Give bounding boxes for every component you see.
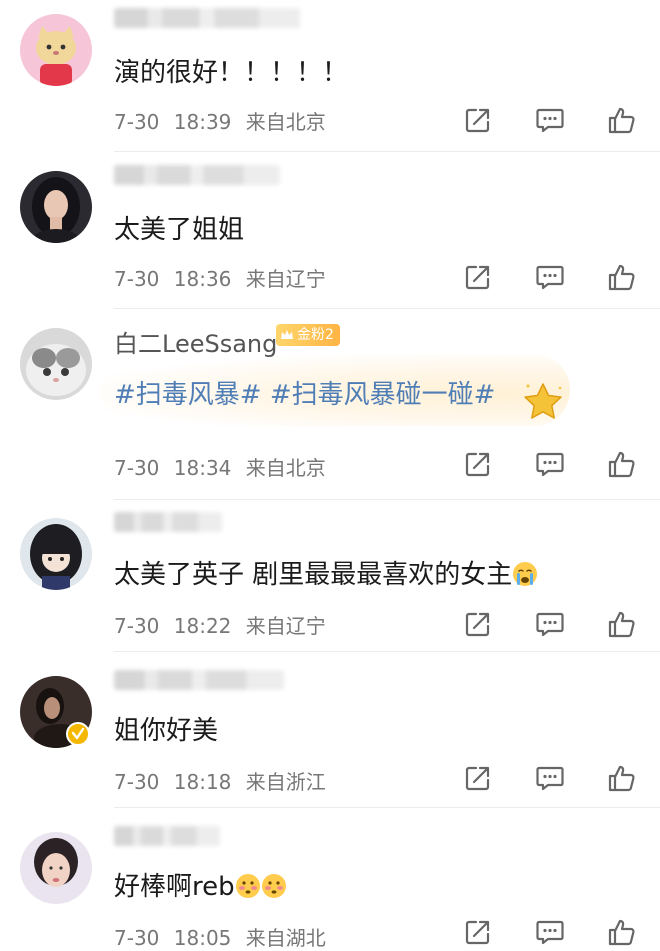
comment-meta: 7-30 18:36 来自辽宁: [114, 263, 326, 292]
comment-actions: [462, 608, 638, 640]
comment-meta: 7-30 18:39 来自北京: [114, 106, 326, 135]
comment-time: 18:36: [173, 267, 232, 291]
thumbs-up-icon[interactable]: [606, 762, 638, 794]
comment-item: 好棒啊reb 7-30 18:05 来自湖北: [0, 818, 660, 951]
username-blurred[interactable]: [114, 670, 284, 690]
share-box-icon[interactable]: [462, 448, 494, 480]
comment-location: 来自辽宁: [245, 614, 326, 638]
gold-star-sticker-icon: [524, 383, 562, 419]
comment-meta: 7-30 18:05 来自湖北: [114, 922, 326, 951]
fan-badge-label: 金粉2: [297, 327, 334, 343]
share-box-icon[interactable]: [462, 916, 494, 948]
comment-text: 太美了英子 剧里最最最喜欢的女主: [114, 554, 538, 591]
fan-badge[interactable]: 金粉2: [276, 324, 340, 346]
username-blurred[interactable]: [114, 8, 300, 28]
avatar[interactable]: [20, 832, 92, 904]
thumbs-up-icon[interactable]: [606, 261, 638, 293]
crying-face-icon: [513, 562, 538, 586]
avatar[interactable]: [20, 518, 92, 590]
thumbs-up-icon[interactable]: [606, 104, 638, 136]
comment-bubble-icon[interactable]: [534, 104, 566, 136]
thumbs-up-icon[interactable]: [606, 448, 638, 480]
comment-item: 太美了英子 剧里最最最喜欢的女主 7-30 18:22 来自辽宁: [0, 504, 660, 656]
comment-time: 18:39: [173, 110, 232, 134]
comment-bubble-icon[interactable]: [534, 261, 566, 293]
comment-location: 来自浙江: [245, 770, 326, 794]
share-box-icon[interactable]: [462, 104, 494, 136]
cat-photo-avatar: [20, 328, 92, 400]
woman-face-avatar: [20, 832, 92, 904]
comment-actions: [462, 762, 638, 794]
comment-meta: 7-30 18:18 来自浙江: [114, 766, 326, 795]
share-box-icon[interactable]: [462, 261, 494, 293]
comment-text: 姐你好美: [114, 716, 219, 746]
comment-item: 白二LeeSsang 金粉2 #扫毒风暴# #扫毒风暴碰一碰# 7-30 18:…: [0, 314, 660, 500]
comment-bubble-icon[interactable]: [534, 608, 566, 640]
blushing-face-icon: [261, 874, 286, 898]
divider: [114, 308, 660, 309]
comment-time: 18:05: [173, 926, 232, 950]
comment-location: 来自北京: [245, 456, 326, 480]
username-blurred[interactable]: [114, 512, 222, 532]
comment-text: 演的很好！！！！！: [114, 58, 349, 88]
username-blurred[interactable]: [114, 165, 280, 185]
comment-location: 来自湖北: [245, 926, 326, 950]
comment-bubble-icon[interactable]: [534, 762, 566, 794]
comment-item: 太美了姐姐 7-30 18:36 来自辽宁: [0, 157, 660, 309]
topic-links[interactable]: #扫毒风暴# #扫毒风暴碰一碰#: [114, 374, 495, 411]
comment-actions: [462, 104, 638, 136]
comment-actions: [462, 916, 638, 948]
comment-date: 7-30: [114, 267, 160, 291]
thumbs-up-icon[interactable]: [606, 916, 638, 948]
comment-date: 7-30: [114, 926, 160, 950]
comment-meta: 7-30 18:22 来自辽宁: [114, 610, 326, 639]
comment-actions: [462, 448, 638, 480]
comment-text: 太美了姐姐: [114, 215, 245, 245]
comment-date: 7-30: [114, 614, 160, 638]
avatar[interactable]: [20, 14, 92, 86]
comment-location: 来自北京: [245, 110, 326, 134]
username-blurred[interactable]: [114, 826, 220, 846]
comment-item: 演的很好！！！！！ 7-30 18:39 来自北京: [0, 0, 660, 152]
divider: [114, 807, 660, 808]
divider: [114, 499, 660, 500]
thumbs-up-icon[interactable]: [606, 608, 638, 640]
verified-badge-icon: [66, 722, 90, 746]
comment-text: 好棒啊reb: [114, 866, 287, 903]
share-box-icon[interactable]: [462, 762, 494, 794]
woman-portrait-avatar: [20, 171, 92, 243]
comment-bubble-icon[interactable]: [534, 916, 566, 948]
comment-actions: [462, 261, 638, 293]
cartoon-cat-avatar: [20, 14, 92, 86]
comment-date: 7-30: [114, 110, 160, 134]
comment-item: 姐你好美 7-30 18:18 来自浙江: [0, 662, 660, 814]
crown-icon: [281, 330, 293, 339]
comment-bubble-icon[interactable]: [534, 448, 566, 480]
comment-time: 18:34: [173, 456, 232, 480]
blushing-face-icon: [235, 874, 260, 898]
comment-date: 7-30: [114, 456, 160, 480]
comment-time: 18:22: [173, 614, 232, 638]
comment-location: 来自辽宁: [245, 267, 326, 291]
divider: [114, 151, 660, 152]
avatar[interactable]: [20, 328, 92, 400]
comment-time: 18:18: [173, 770, 232, 794]
comment-meta: 7-30 18:34 来自北京: [114, 452, 326, 481]
comment-list: 演的很好！！！！！ 7-30 18:39 来自北京 太美了姐姐 7-30 18:…: [0, 0, 660, 951]
anime-girl-avatar: [20, 518, 92, 590]
avatar[interactable]: [20, 171, 92, 243]
comment-date: 7-30: [114, 770, 160, 794]
divider: [114, 651, 660, 652]
share-box-icon[interactable]: [462, 608, 494, 640]
